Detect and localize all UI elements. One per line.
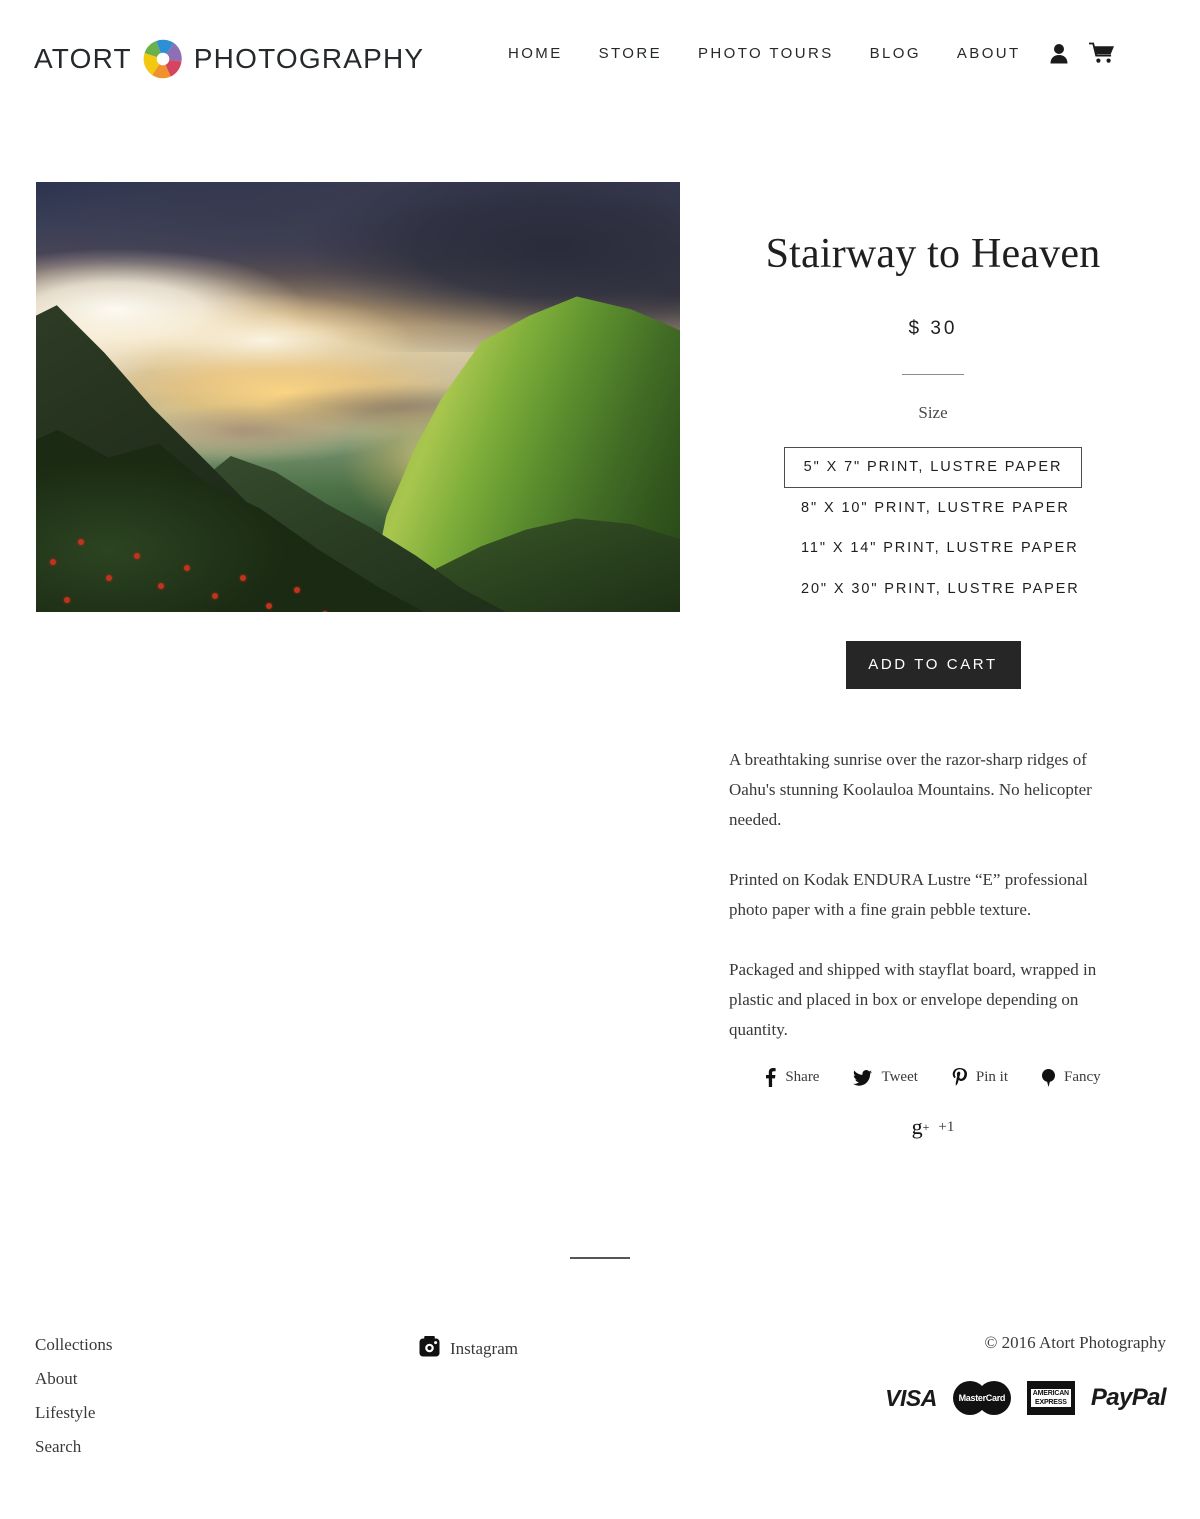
share-fancy-label: Fancy [1064,1069,1101,1085]
logo-text-right: PHOTOGRAPHY [193,43,425,74]
price-divider [902,374,964,376]
nav-photo-tours[interactable]: PHOTO TOURS [680,45,852,62]
amex-label-bottom: EXPRESS [1030,1398,1071,1407]
visa-icon: VISA [885,1384,937,1411]
share-fancy-button[interactable]: Fancy [1025,1068,1118,1087]
footer-instagram-link[interactable]: Instagram [419,1336,518,1362]
footer-link-lifestyle[interactable]: Lifestyle [35,1404,112,1421]
site-header: ATORT PHOTOGRAPHY HOME STORE PHOTO TOURS… [0,0,1200,112]
footer-link-search[interactable]: Search [35,1438,112,1455]
size-option-11x14[interactable]: 11" X 14" PRINT, LUSTRE PAPER [784,528,1082,569]
product-image-container[interactable] [36,182,680,612]
footer-social-section: Instagram [419,1336,518,1362]
google-plus-icon: g + [911,1114,930,1139]
size-option-5x7[interactable]: 5" X 7" PRINT, LUSTRE PAPER [784,447,1082,488]
size-label: Size [918,403,948,423]
share-facebook-button[interactable]: Share [748,1068,836,1087]
add-to-cart-button[interactable]: ADD TO CART [845,641,1021,690]
product-title: Stairway to Heaven [765,231,1101,277]
footer-link-collections[interactable]: Collections [35,1336,112,1353]
logo-text-left: ATORT [34,43,132,74]
amex-label-top: AMERICAN [1030,1389,1071,1398]
description-paragraph-2: Printed on Kodak ENDURA Lustre “E” profe… [729,870,1088,919]
footer-divider [570,1257,630,1259]
nav-home[interactable]: HOME [490,45,581,62]
main-navigation: HOME STORE PHOTO TOURS BLOG ABOUT [490,42,1125,64]
share-pinterest-label: Pin it [975,1069,1009,1085]
product-info-panel: Stairway to Heaven $ 30 Size 5" X 7" PRI… [700,230,1166,690]
footer-link-list: Collections About Lifestyle Search [35,1336,112,1472]
user-icon [1049,43,1069,64]
fancy-icon [1042,1068,1056,1087]
share-twitter-label: Tweet [881,1069,918,1085]
share-google-plus-label: +1 [938,1118,955,1135]
twitter-icon [853,1069,873,1086]
footer-right-section: © 2016 Atort Photography VISA MasterCard… [885,1333,1167,1415]
share-google-plus-button[interactable]: g + +1 [895,1116,972,1138]
product-image[interactable] [36,182,680,612]
footer-instagram-label: Instagram [450,1339,518,1358]
facebook-icon [765,1068,776,1087]
shopping-cart-icon [1088,42,1115,64]
aperture-icon [142,38,184,80]
site-footer: Collections About Lifestyle Search Insta… [0,1320,1200,1519]
site-logo[interactable]: ATORT PHOTOGRAPHY [34,38,424,80]
product-description: A breathtaking sunrise over the razor-sh… [729,745,1129,1045]
size-option-20x30[interactable]: 20" X 30" PRINT, LUSTRE PAPER [784,569,1082,610]
size-option-8x10[interactable]: 8" X 10" PRINT, LUSTRE PAPER [784,488,1082,529]
nav-store[interactable]: STORE [581,45,680,62]
nav-about[interactable]: ABOUT [939,45,1039,62]
account-button[interactable] [1039,43,1079,64]
share-twitter-button[interactable]: Tweet [836,1069,934,1086]
pinterest-icon [952,1068,967,1087]
cart-button[interactable] [1079,42,1125,64]
social-share-row-secondary: g + +1 [700,1116,1166,1138]
american-express-icon: AMERICAN EXPRESS [1026,1381,1075,1415]
photo-vignette [36,182,680,612]
instagram-icon [419,1336,440,1362]
footer-link-about[interactable]: About [35,1370,112,1387]
description-paragraph-3: Packaged and shipped with stayflat board… [729,960,1097,1039]
share-pinterest-button[interactable]: Pin it [935,1068,1025,1087]
nav-blog[interactable]: BLOG [852,45,939,62]
product-price: $ 30 [908,318,958,340]
description-paragraph-1: A breathtaking sunrise over the razor-sh… [729,750,1092,829]
payment-methods: VISA MasterCard AMERICAN EXPRESS PayPal [885,1381,1167,1415]
size-option-list: 5" X 7" PRINT, LUSTRE PAPER 8" X 10" PRI… [700,447,1166,609]
mastercard-icon: MasterCard [952,1381,1011,1415]
copyright-text: © 2016 Atort Photography [984,1333,1167,1352]
paypal-icon: PayPal [1090,1384,1167,1411]
social-share-row-primary: Share Tweet Pin it Fancy [700,1068,1166,1087]
share-facebook-label: Share [785,1069,820,1085]
mastercard-label: MasterCard [958,1393,1006,1403]
